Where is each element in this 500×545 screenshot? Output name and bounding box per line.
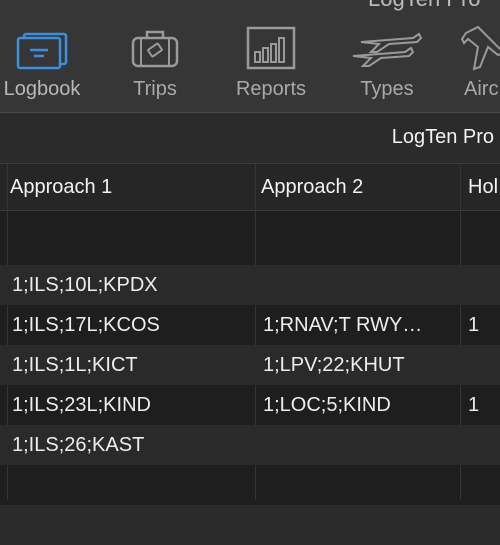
toolbar-label: Reports bbox=[235, 78, 307, 100]
title-strip: LogTen Pro bbox=[0, 113, 500, 164]
toolbar-aircraft-button[interactable]: Airc bbox=[458, 20, 500, 106]
airplane-icon bbox=[458, 22, 500, 74]
table-row[interactable]: 1;ILS;1L;KICT 1;LPV;22;KHUT bbox=[0, 345, 500, 385]
cell-approach-2: 1;RNAV;T RWY… bbox=[263, 314, 423, 336]
cell-approach-1 bbox=[0, 505, 255, 545]
cell-approach-2 bbox=[255, 425, 460, 465]
logbook-icon bbox=[0, 22, 88, 74]
cell-hol: 1 bbox=[468, 314, 480, 336]
toolbar-reports-button[interactable]: Reports bbox=[222, 20, 320, 106]
column-header-hol[interactable]: Hol bbox=[460, 164, 500, 210]
table-body: 1;ILS;10L;KPDX 1;ILS;17L;KCOS 1;RNAV;T R… bbox=[0, 225, 500, 545]
cell-approach-2: 1;LPV;22;KHUT bbox=[263, 354, 405, 376]
cell-hol bbox=[460, 465, 500, 505]
suitcase-icon bbox=[112, 22, 198, 74]
window-title: LogTen Pro bbox=[368, 0, 481, 12]
table-row[interactable]: 1;ILS;17L;KCOS 1;RNAV;T RWY… 1 bbox=[0, 305, 500, 345]
cell-approach-2 bbox=[255, 465, 460, 505]
bar-chart-icon bbox=[222, 22, 320, 74]
toolbar-label: Trips bbox=[133, 78, 177, 100]
toolbar-types-button[interactable]: Types bbox=[342, 20, 432, 106]
toolbar-label: Airc bbox=[464, 78, 499, 100]
cell-approach-1: 1;ILS;10L;KPDX bbox=[12, 274, 158, 296]
toolbar: LogTen Pro Logbook Trips bbox=[0, 0, 500, 113]
table-row[interactable] bbox=[0, 465, 500, 505]
airplanes-icon bbox=[342, 22, 432, 74]
table-row[interactable] bbox=[0, 225, 500, 265]
column-header-approach-1[interactable]: Approach 1 bbox=[0, 164, 255, 210]
table-header: Approach 1 Approach 2 Hol bbox=[0, 164, 500, 211]
cell-approach-2 bbox=[255, 265, 460, 305]
table-row[interactable]: 1;ILS;26;KAST bbox=[0, 425, 500, 465]
toolbar-label: Types bbox=[360, 78, 414, 100]
toolbar-trips-button[interactable]: Trips bbox=[112, 20, 198, 106]
cell-hol bbox=[460, 265, 500, 305]
cell-hol bbox=[460, 505, 500, 545]
cell-hol bbox=[460, 345, 500, 385]
cell-approach-1: 1;ILS;1L;KICT bbox=[12, 354, 138, 376]
cell-approach-1 bbox=[0, 225, 255, 265]
section-title: LogTen Pro bbox=[391, 126, 494, 148]
table-row[interactable] bbox=[0, 505, 500, 545]
cell-approach-2: 1;LOC;5;KIND bbox=[263, 394, 391, 416]
cell-approach-2 bbox=[255, 225, 460, 265]
cell-approach-1: 1;ILS;23L;KIND bbox=[12, 394, 151, 416]
cell-approach-1: 1;ILS;26;KAST bbox=[12, 434, 145, 456]
cell-hol: 1 bbox=[468, 394, 480, 416]
cell-hol bbox=[460, 225, 500, 265]
cell-approach-1 bbox=[0, 465, 255, 505]
column-header-approach-2[interactable]: Approach 2 bbox=[255, 164, 460, 210]
toolbar-label: Logbook bbox=[3, 78, 81, 100]
toolbar-logbook-button[interactable]: Logbook bbox=[0, 20, 88, 106]
logbook-table: Approach 1 Approach 2 Hol 1;ILS;10L;KPDX… bbox=[0, 164, 500, 545]
cell-approach-2 bbox=[255, 505, 460, 545]
cell-hol bbox=[460, 425, 500, 465]
cell-approach-1: 1;ILS;17L;KCOS bbox=[12, 314, 160, 336]
table-row[interactable]: 1;ILS;23L;KIND 1;LOC;5;KIND 1 bbox=[0, 385, 500, 425]
table-row[interactable]: 1;ILS;10L;KPDX bbox=[0, 265, 500, 305]
